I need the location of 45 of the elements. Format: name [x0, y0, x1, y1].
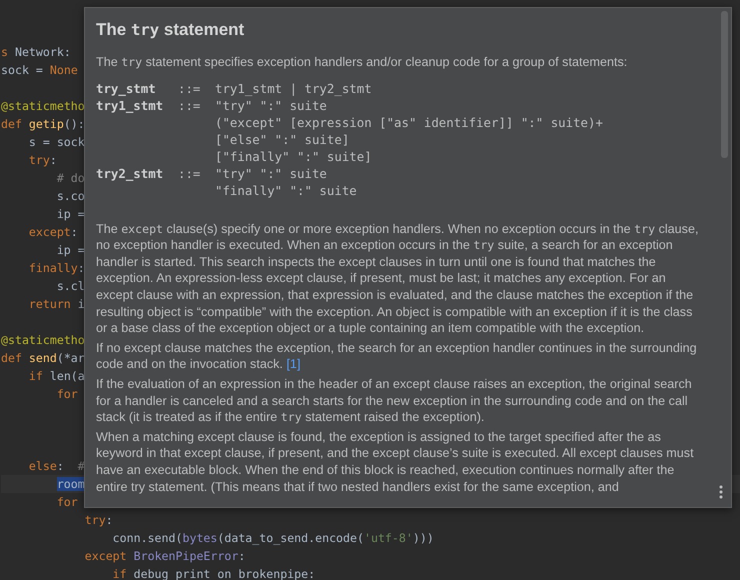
code-line: if len(a: [28, 368, 85, 385]
grammar-production: try1_stmt | try2_stmt: [215, 80, 372, 97]
grammar-operator: ::=: [178, 80, 200, 96]
grammar-operator: ::=: [178, 98, 200, 113]
code-line: ip =: [56, 206, 85, 223]
code-line: except:: [28, 224, 78, 241]
code-line: def getip():: [1, 116, 85, 133]
grammar-production: ["finally" ":" suite]: [215, 148, 372, 165]
doc-paragraph: If the evaluation of an expression in the header of an except clause raises an exception, the original search for a handler is canceled and a search starts for the new exception in the surrounding code and on the call stack (it is treated as if the entire try statement raised the exception).: [96, 376, 693, 426]
code-line: # do: [56, 170, 85, 187]
code-line: except BrokenPipeError:: [84, 548, 246, 565]
footnote-link[interactable]: [1]: [286, 357, 300, 372]
grammar-production: ["else" ":" suite]: [215, 130, 350, 148]
code-line: s.cl: [56, 278, 85, 295]
code-line: try:: [28, 152, 57, 169]
code-line: for: [56, 494, 78, 511]
popup-title: The try statement: [96, 20, 244, 40]
grammar-rule-name: try1_stmt: [96, 98, 164, 113]
code-line: @staticmetho: [1, 332, 85, 349]
doc-paragraph: If no except clause matches the exception, the search for an exception handler continues in the surrounding code and on the invocation stack. [1]: [96, 340, 698, 373]
doc-paragraph: The except clause(s) specify one or more exception handlers. When no exception occurs in the try clause, no exception handler is executed. When an exception occurs in the try suite, a search for an exception handler is started. This search inspects the except clauses in turn until one is found that matches the exception. An expression-less except clause, if present, must be last; it matches any exception. For an except clause with an expression, that expression is evaluated, and the clause matches the exception if the resulting object is “compatible” with the exception. An object is compatible with an exception if it is the class or a base class of the exception object or a tuple containing an item compatible with the exception.: [96, 220, 700, 337]
doc-paragraph: The try statement specifies exception handlers and/or cleanup code for a group of statements:: [96, 54, 628, 71]
code-line: @staticmetho: [1, 98, 85, 115]
more-icon[interactable]: [719, 485, 723, 499]
code-line: return i: [28, 296, 85, 313]
doc-paragraph: When a matching except clause is found, the exception is assigned to the target specified after the as keyword in that except clause, if present, and the except clause’s suite is executed. All except clauses must have an executable block. When the end of this block is reached, execution continues normally after the entire try statement. (This means that if two nested handlers exist for the same exception, and: [96, 428, 695, 496]
code-line: conn.send(bytes(data_to_send.encode('utf-8'))): [112, 530, 434, 547]
code-line: finally:: [28, 260, 85, 277]
grammar-rule-name: try2_stmt: [96, 166, 164, 181]
grammar-production: "finally" ":" suite: [215, 182, 357, 199]
code-line: else: #: [28, 458, 85, 475]
grammar-operator: ::=: [178, 166, 200, 181]
code-line: sock = None: [1, 62, 78, 79]
code-line: s = sock: [28, 134, 85, 151]
code-line: s.co: [56, 188, 85, 205]
grammar-rule-name: try_stmt: [96, 80, 156, 96]
grammar-production: "try" ":" suite: [215, 164, 327, 182]
code-line: s Network:: [1, 44, 71, 61]
code-line: ip =: [56, 242, 85, 259]
code-line: def send(*ar: [1, 350, 85, 367]
code-line: for: [56, 386, 78, 403]
grammar-production: ("except" [expression ["as" identifier]] ":" suite)+: [215, 114, 603, 131]
grammar-production: "try" ":" suite: [215, 96, 327, 114]
code-line: try:: [84, 512, 113, 529]
scrollbar[interactable]: [721, 11, 728, 158]
